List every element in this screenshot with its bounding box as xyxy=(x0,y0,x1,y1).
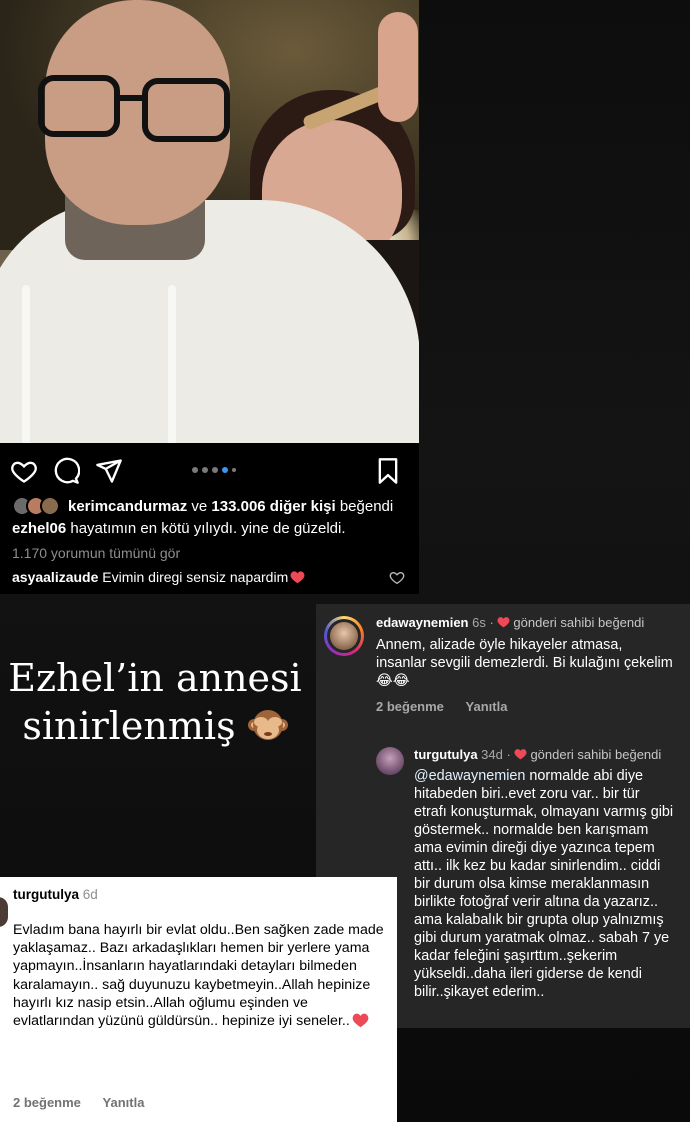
comment-meta: 2 beğenme Yanıtla xyxy=(376,699,507,714)
hoodie-drawstring-right xyxy=(168,285,176,443)
story-headline-word: sinirlenmiş xyxy=(22,704,236,748)
comment-username[interactable]: turgutulya xyxy=(414,747,478,762)
liker-username[interactable]: kerimcandurmaz xyxy=(68,498,187,515)
likes-count[interactable]: 133.006 diğer kişi xyxy=(211,498,335,515)
white-comment-panel: turgutulya 6d Evladım bana hayırlı bir e… xyxy=(0,877,397,1122)
liked-by-author-label: gönderi sahibi beğendi xyxy=(513,615,645,630)
reply-button[interactable]: Yanıtla xyxy=(103,1095,145,1110)
comment-header: edawaynemien 6s · gönderi sahibi beğendi xyxy=(376,615,645,630)
comment-header: turgutulya 6d xyxy=(13,887,98,902)
liker-avatars xyxy=(12,496,64,516)
likes-text: kerimcandurmaz ve 133.006 diğer kişi beğ… xyxy=(68,498,393,515)
comment-body: normalde abi diye hitabeden biri..evet z… xyxy=(414,768,674,1000)
avatar[interactable] xyxy=(0,897,8,927)
comment-time: 34d xyxy=(477,747,503,762)
story-headline: Ezhel’in annesi sinirlenmiş xyxy=(0,654,310,750)
hand xyxy=(378,12,418,122)
view-all-comments-link[interactable]: 1.170 yorumun tümünü gör xyxy=(12,545,180,561)
comment-body: Evladım bana hayırlı bir evlat oldu..Ben… xyxy=(13,922,384,1030)
carousel-dot xyxy=(192,467,198,473)
carousel-dot xyxy=(232,468,236,472)
carousel-dot xyxy=(202,467,208,473)
reply-button[interactable]: Yanıtla xyxy=(466,699,508,714)
comment-time: 6s xyxy=(468,615,486,630)
comment-text: Annem, alizade öyle hikayeler atmasa, in… xyxy=(376,637,673,689)
red-heart-icon xyxy=(352,1013,369,1028)
mention-link[interactable]: @edawaynemien xyxy=(414,768,525,784)
post-photo[interactable] xyxy=(0,0,419,443)
carousel-dot xyxy=(212,467,218,473)
avatar[interactable] xyxy=(324,616,364,656)
comment-bubble-icon[interactable] xyxy=(52,457,80,485)
instagram-post: kerimcandurmaz ve 133.006 diğer kişi beğ… xyxy=(0,0,419,594)
likes-suffix: beğendi xyxy=(335,498,394,515)
comment-text: Evimin diregi sensiz napardim xyxy=(98,569,289,585)
red-heart-icon xyxy=(290,571,305,584)
story-headline-line2: sinirlenmiş xyxy=(0,702,310,750)
comment-username[interactable]: edawaynemien xyxy=(376,615,469,630)
caption-text: hayatımın en kötü yılıydı. yine de güzel… xyxy=(66,520,346,537)
comment-username[interactable]: asyaalizaude xyxy=(12,569,98,585)
comment-time: 6d xyxy=(79,887,98,902)
comment-header: turgutulya 34d · gönderi sahibi beğendi xyxy=(414,747,662,762)
paper-plane-icon[interactable] xyxy=(95,457,123,485)
story-headline-line1: Ezhel’in annesi xyxy=(8,656,302,700)
comment-username[interactable]: turgutulya xyxy=(13,887,79,902)
see-no-evil-monkey-icon xyxy=(247,710,288,740)
glasses-bridge xyxy=(118,95,144,101)
post-action-bar xyxy=(0,447,419,491)
avatar[interactable] xyxy=(376,747,404,775)
glasses-right-lens xyxy=(142,78,230,142)
comment-meta: 2 beğenme Yanıtla xyxy=(13,1095,144,1110)
comment-likes-count[interactable]: 2 beğenme xyxy=(376,699,444,714)
comment-text: @edawaynemien normalde abi diye hitabede… xyxy=(414,767,676,1001)
red-heart-icon xyxy=(514,749,527,760)
glasses-left-lens xyxy=(38,75,120,137)
hoodie-drawstring-left xyxy=(22,285,30,443)
comment-likes-count[interactable]: 2 beğenme xyxy=(13,1095,81,1110)
top-comment: asyaalizaude Evimin diregi sensiz napard… xyxy=(12,569,305,585)
bookmark-icon[interactable] xyxy=(374,457,402,485)
man-hoodie xyxy=(0,200,419,443)
caption-username[interactable]: ezhel06 xyxy=(12,520,66,537)
liked-by-author-label: gönderi sahibi beğendi xyxy=(530,747,662,762)
likes-joiner: ve xyxy=(187,498,212,515)
red-heart-icon xyxy=(497,617,510,628)
avatar xyxy=(40,496,60,516)
comment-text: Evladım bana hayırlı bir evlat oldu..Ben… xyxy=(13,921,393,1030)
heart-outline-icon[interactable] xyxy=(10,457,38,485)
post-caption: ezhel06 hayatımın en kötü yılıydı. yine … xyxy=(12,520,346,537)
comment-like-heart-icon[interactable] xyxy=(389,570,405,586)
carousel-dot-active xyxy=(222,467,228,473)
carousel-indicator xyxy=(192,467,242,475)
